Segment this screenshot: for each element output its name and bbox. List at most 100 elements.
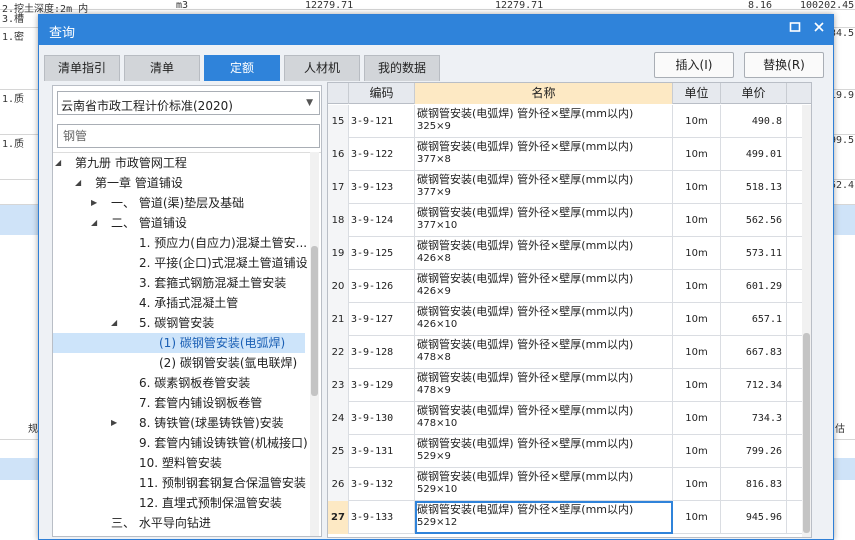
- row-index[interactable]: 22: [328, 336, 349, 369]
- search-box[interactable]: [57, 124, 320, 148]
- tab-my-data[interactable]: 我的数据: [364, 55, 440, 81]
- row-index[interactable]: 18: [328, 204, 349, 237]
- table-row[interactable]: 26 3-9-132 碳钢管安装(电弧焊) 管外径×壁厚(mm以内) 529×10 10…: [328, 468, 811, 501]
- row-index[interactable]: 23: [328, 369, 349, 402]
- caret-collapsed-icon[interactable]: ▶: [111, 413, 121, 433]
- row-name[interactable]: 碳钢管安装(电弧焊) 管外径×壁厚(mm以内) 529×10: [415, 468, 673, 501]
- row-price[interactable]: 799.26: [721, 435, 787, 468]
- row-price[interactable]: 499.01: [721, 138, 787, 171]
- row-code[interactable]: 3-9-123: [349, 171, 415, 204]
- tab-bill-guide[interactable]: 清单指引: [44, 55, 120, 81]
- row-name[interactable]: 碳钢管安装(电弧焊) 管外径×壁厚(mm以内) 529×9: [415, 435, 673, 468]
- row-name[interactable]: 碳钢管安装(电弧焊) 管外径×壁厚(mm以内) 377×9: [415, 171, 673, 204]
- row-index[interactable]: 15: [328, 105, 349, 138]
- table-row[interactable]: 16 3-9-122 碳钢管安装(电弧焊) 管外径×壁厚(mm以内) 377×8 10m…: [328, 138, 811, 171]
- row-code[interactable]: 3-9-125: [349, 237, 415, 270]
- standard-select[interactable]: 云南省市政工程计价标准(2020) ▼: [57, 91, 320, 115]
- row-price[interactable]: 573.11: [721, 237, 787, 270]
- caret-collapsed-icon[interactable]: ▶: [91, 193, 101, 213]
- table-row[interactable]: 23 3-9-129 碳钢管安装(电弧焊) 管外径×壁厚(mm以内) 478×9 10m…: [328, 369, 811, 402]
- tree-node[interactable]: 3. 套箍式钢筋混凝土管安装: [53, 273, 305, 293]
- tree-node[interactable]: 4. 承插式混凝土管: [53, 293, 305, 313]
- caret-expanded-icon[interactable]: ◢: [111, 313, 121, 333]
- table-row[interactable]: 27 3-9-133 碳钢管安装(电弧焊) 管外径×壁厚(mm以内) 529×12 10…: [328, 501, 811, 534]
- row-price[interactable]: 518.13: [721, 171, 787, 204]
- row-unit[interactable]: 10m: [673, 237, 721, 270]
- row-index[interactable]: 26: [328, 468, 349, 501]
- row-index[interactable]: 25: [328, 435, 349, 468]
- row-name[interactable]: 碳钢管安装(电弧焊) 管外径×壁厚(mm以内) 478×9: [415, 369, 673, 402]
- header-unit[interactable]: 单位: [673, 83, 721, 104]
- tree-scrollbar-thumb[interactable]: [311, 246, 318, 396]
- row-price[interactable]: 734.3: [721, 402, 787, 435]
- tree-node[interactable]: ◢ 第九册 市政管网工程: [53, 153, 305, 173]
- table-row[interactable]: 17 3-9-123 碳钢管安装(电弧焊) 管外径×壁厚(mm以内) 377×9 10m…: [328, 171, 811, 204]
- tree-node[interactable]: ◢ 第一章 管道铺设: [53, 173, 305, 193]
- row-price[interactable]: 657.1: [721, 303, 787, 336]
- close-icon[interactable]: [810, 21, 828, 39]
- tree-node[interactable]: ◢ 二、 管道铺设: [53, 213, 305, 233]
- row-index[interactable]: 17: [328, 171, 349, 204]
- row-name[interactable]: 碳钢管安装(电弧焊) 管外径×壁厚(mm以内) 325×9: [415, 105, 673, 138]
- row-index[interactable]: 19: [328, 237, 349, 270]
- table-row[interactable]: 24 3-9-130 碳钢管安装(电弧焊) 管外径×壁厚(mm以内) 478×10 10…: [328, 402, 811, 435]
- caret-expanded-icon[interactable]: ◢: [75, 173, 85, 193]
- row-unit[interactable]: 10m: [673, 336, 721, 369]
- row-index[interactable]: 24: [328, 402, 349, 435]
- tree-node[interactable]: 11. 预制钢套钢复合保温管安装: [53, 473, 306, 493]
- table-row[interactable]: 18 3-9-124 碳钢管安装(电弧焊) 管外径×壁厚(mm以内) 377×10 10…: [328, 204, 811, 237]
- row-price[interactable]: 562.56: [721, 204, 787, 237]
- dialog-titlebar[interactable]: 查询: [39, 15, 833, 45]
- maximize-icon[interactable]: [786, 21, 804, 39]
- row-code[interactable]: 3-9-121: [349, 105, 415, 138]
- row-unit[interactable]: 10m: [673, 204, 721, 237]
- tree-scrollbar[interactable]: [310, 152, 319, 536]
- header-price[interactable]: 单价: [721, 83, 787, 104]
- replace-button[interactable]: 替换(R): [744, 52, 824, 78]
- tab-bill[interactable]: 清单: [124, 55, 200, 81]
- row-code[interactable]: 3-9-127: [349, 303, 415, 336]
- row-name[interactable]: 碳钢管安装(电弧焊) 管外径×壁厚(mm以内) 377×10: [415, 204, 673, 237]
- row-index[interactable]: 20: [328, 270, 349, 303]
- row-code[interactable]: 3-9-129: [349, 369, 415, 402]
- tree-node[interactable]: 7. 套管内铺设钢板卷管: [53, 393, 305, 413]
- row-price[interactable]: 816.83: [721, 468, 787, 501]
- row-name[interactable]: 碳钢管安装(电弧焊) 管外径×壁厚(mm以内) 426×9: [415, 270, 673, 303]
- row-code[interactable]: 3-9-131: [349, 435, 415, 468]
- row-price[interactable]: 667.83: [721, 336, 787, 369]
- chevron-down-icon[interactable]: ▼: [306, 98, 313, 108]
- row-name[interactable]: 碳钢管安装(电弧焊) 管外径×壁厚(mm以内) 426×10: [415, 303, 673, 336]
- table-row[interactable]: 22 3-9-128 碳钢管安装(电弧焊) 管外径×壁厚(mm以内) 478×8 10m…: [328, 336, 811, 369]
- row-name[interactable]: 碳钢管安装(电弧焊) 管外径×壁厚(mm以内) 426×8: [415, 237, 673, 270]
- row-unit[interactable]: 10m: [673, 435, 721, 468]
- tree-node[interactable]: (1) 碳钢管安装(电弧焊): [53, 333, 305, 353]
- row-unit[interactable]: 10m: [673, 468, 721, 501]
- tree-node[interactable]: 10. 塑料管安装: [53, 453, 305, 473]
- row-unit[interactable]: 10m: [673, 303, 721, 336]
- row-price[interactable]: 601.29: [721, 270, 787, 303]
- row-code[interactable]: 3-9-133: [349, 501, 415, 534]
- insert-button[interactable]: 插入(I): [654, 52, 734, 78]
- row-index[interactable]: 21: [328, 303, 349, 336]
- tree-node[interactable]: (2) 碳钢管安装(氩电联焊): [53, 353, 305, 373]
- row-price[interactable]: 712.34: [721, 369, 787, 402]
- tree-node[interactable]: ▶ 一、 管道(渠)垫层及基础: [53, 193, 305, 213]
- row-name[interactable]: 碳钢管安装(电弧焊) 管外径×壁厚(mm以内) 377×8: [415, 138, 673, 171]
- row-code[interactable]: 3-9-128: [349, 336, 415, 369]
- row-unit[interactable]: 10m: [673, 171, 721, 204]
- tree-node[interactable]: 9. 套管内铺设铸铁管(机械接口): [53, 433, 308, 453]
- table-row[interactable]: 21 3-9-127 碳钢管安装(电弧焊) 管外径×壁厚(mm以内) 426×10 10…: [328, 303, 811, 336]
- tree-node[interactable]: 2. 平接(企口)式混凝土管道铺设: [53, 253, 308, 273]
- row-unit[interactable]: 10m: [673, 402, 721, 435]
- table-row[interactable]: 19 3-9-125 碳钢管安装(电弧焊) 管外径×壁厚(mm以内) 426×8 10m…: [328, 237, 811, 270]
- table-row[interactable]: 25 3-9-131 碳钢管安装(电弧焊) 管外径×壁厚(mm以内) 529×9 10m…: [328, 435, 811, 468]
- table-row[interactable]: 15 3-9-121 碳钢管安装(电弧焊) 管外径×壁厚(mm以内) 325×9 10m…: [328, 105, 811, 138]
- caret-expanded-icon[interactable]: ◢: [55, 153, 65, 173]
- row-unit[interactable]: 10m: [673, 105, 721, 138]
- row-code[interactable]: 3-9-124: [349, 204, 415, 237]
- tree-node[interactable]: ▶ 8. 铸铁管(球墨铸铁管)安装: [53, 413, 305, 433]
- row-index[interactable]: 16: [328, 138, 349, 171]
- row-name[interactable]: 碳钢管安装(电弧焊) 管外径×壁厚(mm以内) 478×8: [415, 336, 673, 369]
- table-row[interactable]: 20 3-9-126 碳钢管安装(电弧焊) 管外径×壁厚(mm以内) 426×9 10m…: [328, 270, 811, 303]
- row-code[interactable]: 3-9-130: [349, 402, 415, 435]
